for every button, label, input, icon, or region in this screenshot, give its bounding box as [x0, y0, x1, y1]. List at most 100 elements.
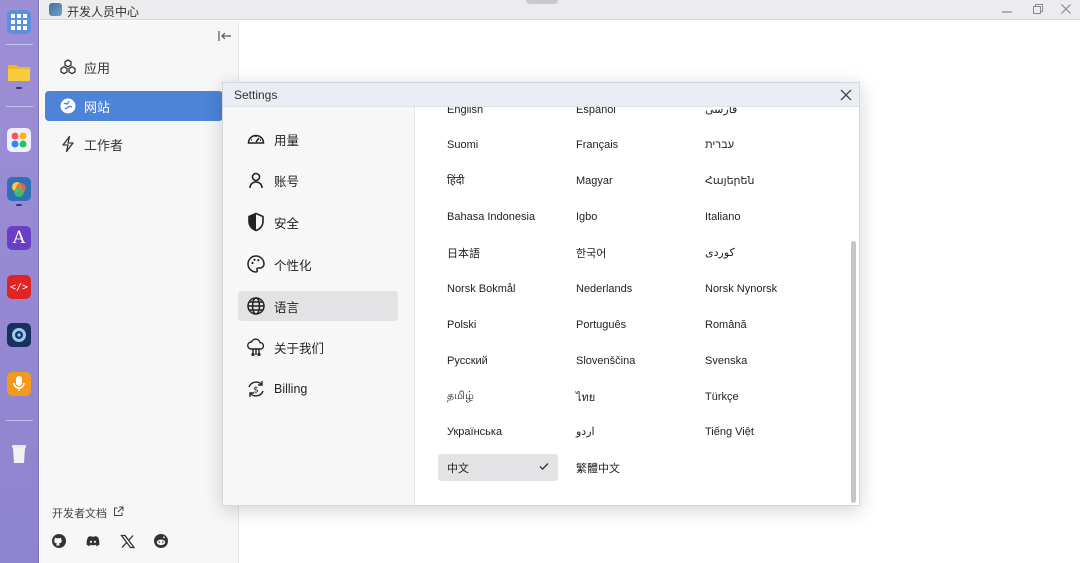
settings-nav-language[interactable]: 语言: [238, 291, 398, 321]
app-store-icon[interactable]: [7, 128, 31, 152]
language-option[interactable]: Bahasa Indonesia: [438, 203, 558, 230]
collapse-sidebar-icon[interactable]: [217, 28, 233, 44]
sidebar-item-workers[interactable]: 工作者: [45, 129, 223, 159]
language-option-selected[interactable]: 中文: [438, 454, 558, 481]
external-link-icon: [113, 506, 124, 520]
language-option[interactable]: اردو: [567, 418, 687, 445]
language-option[interactable]: 繁體中文: [567, 454, 687, 481]
shield-icon: [246, 212, 266, 232]
language-option[interactable]: Norsk Nynorsk: [696, 275, 816, 302]
language-option[interactable]: Հայերեն: [696, 167, 816, 194]
settings-nav-label: 用量: [274, 133, 300, 148]
language-option[interactable]: Norsk Bokmål: [438, 275, 558, 302]
discord-icon[interactable]: [85, 533, 101, 549]
voice-recorder-icon[interactable]: [7, 372, 31, 396]
code-editor-icon[interactable]: </>: [7, 275, 31, 299]
language-option[interactable]: Français: [567, 131, 687, 158]
language-option[interactable]: Magyar: [567, 167, 687, 194]
dock: A </>: [0, 0, 39, 563]
trash-icon[interactable]: [7, 441, 31, 465]
camera-icon[interactable]: [7, 323, 31, 347]
settings-dialog: Settings 用量 账号 安全 个性化 语言 关于我们 $ Billing …: [222, 82, 860, 506]
language-option[interactable]: עברית: [696, 131, 816, 158]
window-title: 开发人员中心: [67, 5, 140, 19]
title-drag-handle[interactable]: [526, 0, 558, 4]
language-option[interactable]: English: [438, 107, 558, 123]
language-option[interactable]: Українська: [438, 418, 558, 445]
dialog-header: Settings: [223, 83, 859, 107]
sidebar-item-label: 应用: [84, 60, 111, 76]
dock-separator: [6, 420, 33, 421]
dialog-title: Settings: [234, 88, 278, 102]
developer-docs-label: 开发者文档: [52, 508, 107, 520]
user-icon: [246, 170, 266, 190]
language-option[interactable]: Suomi: [438, 131, 558, 158]
language-option[interactable]: 한국어: [567, 239, 687, 266]
settings-nav-label: 语言: [274, 300, 300, 315]
language-list: English Español فارسی Suomi Français עבר…: [416, 107, 859, 505]
language-option[interactable]: Nederlands: [567, 275, 687, 302]
settings-nav: 用量 账号 安全 个性化 语言 关于我们 $ Billing: [223, 107, 415, 505]
cubes-icon: [59, 58, 77, 76]
language-option[interactable]: Русский: [438, 347, 558, 374]
developer-docs-link[interactable]: 开发者文档: [52, 505, 124, 521]
language-option[interactable]: ไทย: [567, 383, 687, 410]
sidebar-item-label: 网站: [84, 99, 111, 115]
app-sidebar: 应用 网站 工作者 开发者文档: [40, 21, 239, 563]
language-option[interactable]: Español: [567, 107, 687, 123]
settings-nav-about[interactable]: 关于我们: [238, 332, 398, 362]
bolt-icon: [59, 135, 77, 153]
palette-icon: [246, 254, 266, 274]
settings-nav-label: 账号: [274, 174, 300, 189]
billing-icon: $: [246, 379, 266, 399]
running-indicator: [16, 204, 22, 206]
github-icon[interactable]: [51, 533, 67, 549]
close-icon[interactable]: [838, 87, 853, 102]
language-option[interactable]: Română: [696, 311, 816, 338]
dictionary-icon[interactable]: A: [7, 226, 31, 250]
globe-icon: [59, 97, 77, 115]
apps-grid-icon[interactable]: [7, 10, 31, 34]
settings-nav-label: 关于我们: [274, 341, 325, 356]
gauge-icon: [246, 129, 266, 149]
svg-text:$: $: [253, 386, 259, 396]
language-option[interactable]: Tiếng Việt: [696, 418, 816, 445]
language-option[interactable]: 日本語: [438, 239, 558, 266]
language-option[interactable]: Svenska: [696, 347, 816, 374]
photos-icon[interactable]: [7, 177, 31, 201]
files-icon[interactable]: [7, 60, 31, 84]
about-icon: [246, 337, 266, 357]
language-option[interactable]: فارسی: [696, 107, 816, 123]
reddit-icon[interactable]: [153, 533, 169, 549]
language-option[interactable]: हिंदी: [438, 167, 558, 194]
language-option[interactable]: Italiano: [696, 203, 816, 230]
x-icon[interactable]: [119, 533, 135, 549]
dock-separator: [6, 106, 33, 107]
settings-nav-billing[interactable]: $ Billing: [238, 374, 398, 404]
settings-nav-usage[interactable]: 用量: [238, 124, 398, 154]
language-option[interactable]: Igbo: [567, 203, 687, 230]
minimize-icon[interactable]: [998, 1, 1016, 17]
settings-nav-personalization[interactable]: 个性化: [238, 249, 398, 279]
close-window-icon[interactable]: [1057, 1, 1075, 17]
language-option[interactable]: Português: [567, 311, 687, 338]
language-option[interactable]: தமிழ்: [438, 383, 558, 410]
app-icon: [49, 3, 62, 16]
running-indicator: [16, 87, 22, 89]
language-option[interactable]: Türkçe: [696, 383, 816, 410]
sidebar-item-websites[interactable]: 网站: [45, 91, 223, 121]
scrollbar-thumb[interactable]: [851, 241, 856, 503]
settings-nav-label: 个性化: [274, 258, 312, 273]
settings-nav-account[interactable]: 账号: [238, 165, 398, 195]
settings-nav-security[interactable]: 安全: [238, 207, 398, 237]
sidebar-item-apps[interactable]: 应用: [45, 52, 223, 82]
language-option[interactable]: کوردی: [696, 239, 816, 266]
dock-separator: [6, 44, 33, 45]
restore-icon[interactable]: [1029, 1, 1047, 17]
settings-nav-label: 安全: [274, 216, 300, 231]
settings-nav-label: Billing: [274, 382, 308, 396]
language-option[interactable]: Polski: [438, 311, 558, 338]
sidebar-item-label: 工作者: [84, 137, 124, 153]
language-option[interactable]: Slovenščina: [567, 347, 687, 374]
checkmark-icon: [538, 460, 550, 475]
